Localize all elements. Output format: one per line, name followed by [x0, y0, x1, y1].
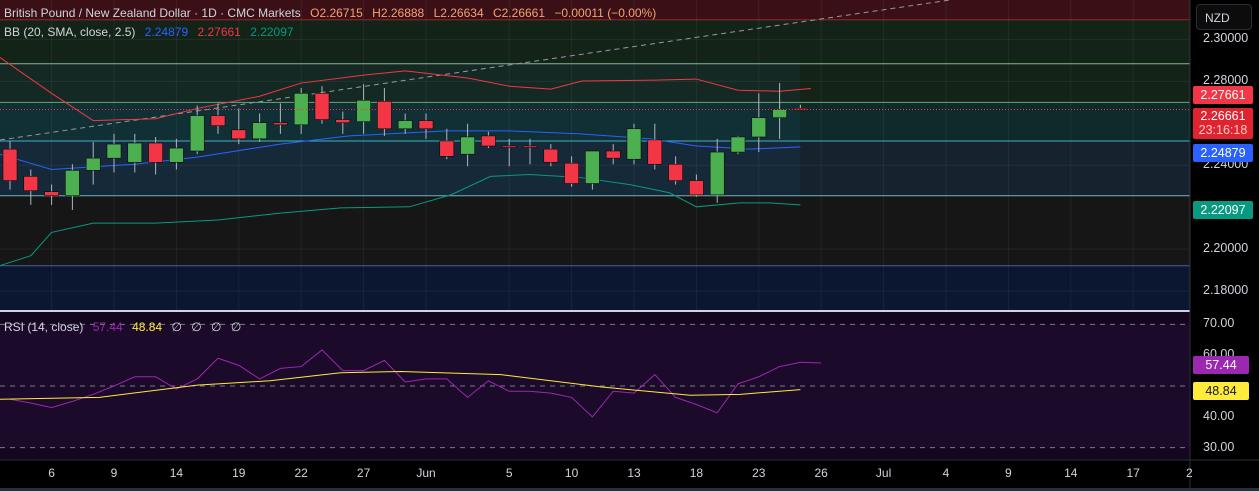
candle-body: [460, 136, 475, 155]
candle-body: [543, 148, 559, 163]
time-tick-label: 6: [48, 466, 55, 480]
currency-button[interactable]: NZD: [1196, 4, 1252, 30]
candle-body: [709, 151, 725, 196]
candle-body: [231, 129, 247, 140]
bb-lower-value: 2.22097: [250, 25, 294, 39]
rsi-tick-label: 30.00: [1203, 439, 1235, 454]
time-tick-label: 23: [752, 466, 766, 480]
candle-body: [189, 115, 205, 152]
candle-body: [356, 100, 371, 122]
bb-lower-price-tag: 2.22097: [1193, 201, 1253, 219]
ohlc-open: O2.26715: [310, 6, 363, 20]
time-tick-label: 17: [1126, 466, 1140, 480]
rsi-label: RSI (14, close): [4, 320, 84, 334]
candle-body: [169, 147, 184, 163]
time-tick-label: 4: [942, 466, 950, 480]
time-tick-label: 13: [627, 466, 641, 480]
bb-basis-value: 2.24879: [144, 25, 189, 39]
rsi-value: 57.44: [92, 320, 123, 334]
time-tick-label: 10: [564, 466, 579, 480]
candle-body: [585, 150, 600, 184]
rsi-extra: ∅: [230, 320, 242, 334]
time-tick-label: 14: [169, 466, 184, 480]
time-tick-label: Jul: [875, 466, 892, 480]
time-tick-label: 19: [232, 466, 246, 480]
candle-body: [418, 120, 434, 130]
bb-legend[interactable]: BB (20, SMA, close, 2.5) 2.24879 2.27661…: [4, 25, 300, 39]
candle-body: [751, 117, 767, 138]
candle-body: [397, 120, 413, 130]
zone-rect: [0, 195, 1190, 266]
rsi-ma-value: 48.84: [132, 320, 163, 334]
bb-upper-price-tag: 2.27661: [1193, 86, 1253, 104]
time-tick-label: 27: [356, 466, 371, 480]
candle-body: [481, 135, 496, 147]
time-tick-label: 5: [505, 466, 513, 480]
last-price-tag: 2.26661 23:16:18: [1193, 108, 1253, 139]
ohlc-high: H2.26888: [372, 6, 425, 20]
candle-body: [23, 176, 39, 191]
rsi-price-tag: 57.44: [1193, 356, 1249, 374]
time-tick-label: 18: [689, 466, 704, 480]
candle-body: [210, 115, 226, 126]
chart-canvas[interactable]: [0, 0, 1259, 491]
symbol-legend: British Pound / New Zealand Dollar · 1D …: [4, 6, 662, 20]
candle-body: [522, 145, 538, 148]
time-tick-label: 9: [1005, 466, 1012, 480]
time-tick-label: 26: [814, 466, 828, 480]
candle-body: [730, 136, 746, 153]
time-tick-label: 2: [1186, 466, 1193, 480]
candle-body: [689, 180, 704, 196]
ohlc-low: L2.26634: [433, 6, 484, 20]
rsi-extra: ∅: [171, 320, 182, 334]
ohlc-change: −0.00011 (−0.00%): [554, 6, 657, 20]
rsi-tick-label: 40.00: [1203, 408, 1235, 423]
candle-body: [65, 170, 80, 196]
bb-basis-price-tag: 2.24879: [1193, 144, 1253, 162]
candle-body: [314, 93, 330, 120]
candle-body: [772, 109, 787, 118]
rsi-extra: ∅: [191, 320, 202, 334]
time-tick-label: Jun: [416, 466, 436, 480]
rsi-ma-price-tag: 48.84: [1193, 382, 1249, 400]
price-tick-label: 2.30000: [1203, 31, 1249, 46]
candle-body: [127, 142, 143, 163]
rsi-legend[interactable]: RSI (14, close) 57.44 48.84 ∅ ∅ ∅ ∅: [4, 320, 247, 334]
rsi-tick-label: 70.00: [1203, 316, 1235, 331]
candle-body: [377, 101, 392, 130]
candle-body: [2, 148, 18, 181]
candle-body: [439, 140, 455, 157]
candle-body: [501, 145, 517, 148]
candle-body: [564, 162, 579, 184]
bb-upper-value: 2.27661: [197, 25, 241, 39]
pane-separator: [0, 310, 1259, 312]
candle-body: [44, 191, 59, 196]
rsi-extra: ∅: [211, 320, 222, 334]
candle-body: [647, 139, 663, 165]
time-tick-label: 14: [1064, 466, 1078, 480]
candle-body: [626, 128, 642, 160]
ohlc-close: C2.26661: [492, 6, 546, 20]
candle-body: [273, 122, 288, 126]
bar-countdown: 23:16:18: [1198, 123, 1248, 137]
candle-body: [605, 150, 621, 159]
candle-body: [335, 119, 351, 123]
candle-body: [668, 163, 683, 181]
candle-body: [106, 143, 122, 159]
last-price: 2.26661: [1200, 109, 1246, 123]
zone-rect: [0, 265, 1190, 310]
candle-body: [148, 142, 163, 163]
symbol-title: British Pound / New Zealand Dollar · 1D …: [4, 6, 301, 20]
candle-body: [85, 157, 101, 171]
price-tick-label: 2.20000: [1203, 241, 1249, 256]
candle-body: [252, 122, 267, 140]
bb-label: BB (20, SMA, close, 2.5): [4, 25, 136, 39]
price-tick-label: 2.18000: [1203, 283, 1249, 298]
time-tick-label: 9: [110, 466, 118, 480]
time-tick-label: 22: [294, 466, 308, 480]
